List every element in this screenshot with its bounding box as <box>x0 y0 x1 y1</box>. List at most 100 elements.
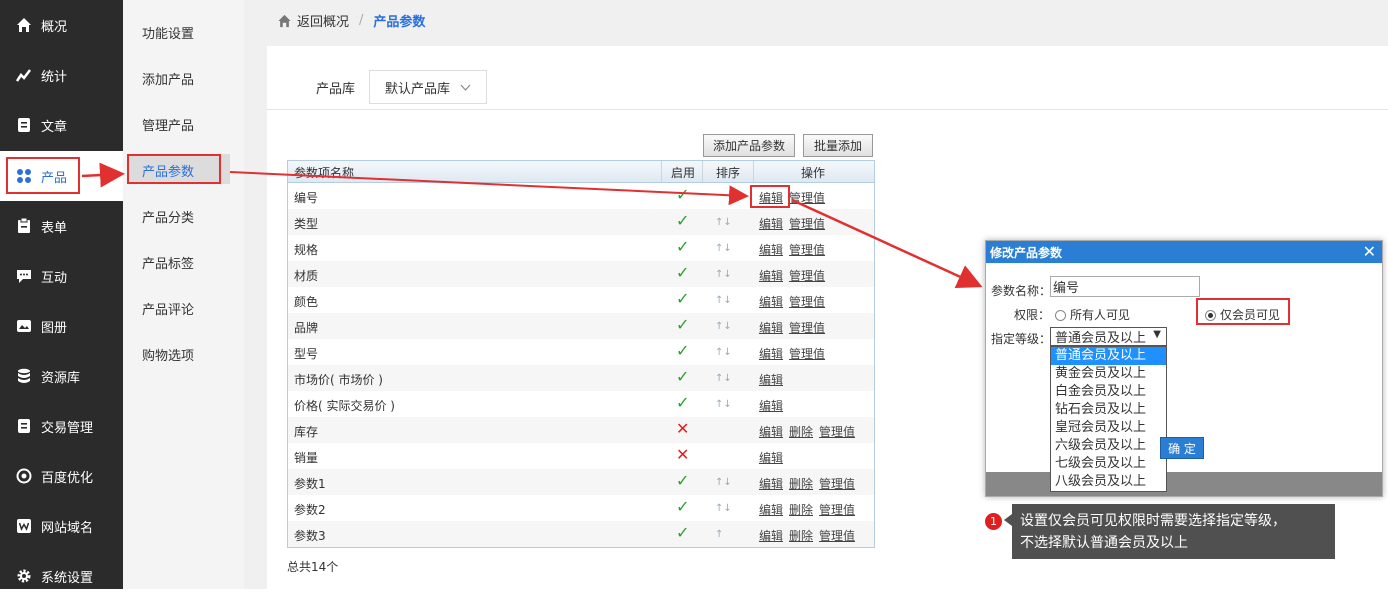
submenu-item[interactable]: 购物选项 <box>142 345 194 364</box>
sort-arrows-icon[interactable]: ↑↓ <box>715 477 732 488</box>
param-name-input[interactable]: 编号 <box>1050 276 1200 297</box>
row-action-link[interactable]: 管理值 <box>819 529 855 543</box>
check-icon[interactable]: ✓ <box>676 289 689 308</box>
sort-arrows-icon[interactable]: ↑↓ <box>715 295 732 306</box>
perm-all-label: 所有人可见 <box>1070 308 1131 322</box>
row-actions: 编辑 删除 管理值 <box>759 423 861 440</box>
row-action-link[interactable]: 管理值 <box>789 321 825 335</box>
row-action-link[interactable]: 编辑 <box>759 477 783 491</box>
nav-item-resource[interactable]: 资源库 <box>0 351 123 401</box>
total-count: 总共14个 <box>287 560 339 574</box>
row-action-link[interactable]: 管理值 <box>819 477 855 491</box>
row-action-link[interactable]: 管理值 <box>819 425 855 439</box>
article-icon <box>16 117 32 133</box>
nav-item-article[interactable]: 文章 <box>0 100 123 150</box>
seo-icon <box>16 468 32 484</box>
sort-arrows-icon[interactable]: ↑↓ <box>715 269 732 280</box>
row-action-link[interactable]: 编辑 <box>759 295 783 309</box>
level-option[interactable]: 八级会员及以上 <box>1051 473 1166 491</box>
submenu-item[interactable]: 添加产品 <box>142 69 194 88</box>
row-action-link[interactable]: 编辑 <box>759 425 783 439</box>
submenu-item[interactable]: 产品评论 <box>142 299 194 318</box>
level-option[interactable]: 皇冠会员及以上 <box>1051 419 1166 437</box>
check-icon[interactable]: ✓ <box>676 263 689 282</box>
nav-item-form[interactable]: 表单 <box>0 201 123 251</box>
nav-item-settings[interactable]: 系统设置 <box>0 551 123 601</box>
row-action-link[interactable]: 编辑 <box>759 373 783 387</box>
row-action-link[interactable]: 删除 <box>789 425 813 439</box>
sort-arrows-icon[interactable]: ↑↓ <box>715 243 732 254</box>
check-icon[interactable]: ✓ <box>676 497 689 516</box>
nav-item-interact[interactable]: 互动 <box>0 251 123 301</box>
level-option[interactable]: 白金会员及以上 <box>1051 383 1166 401</box>
row-action-link[interactable]: 删除 <box>789 529 813 543</box>
row-action-link[interactable]: 编辑 <box>759 399 783 413</box>
level-option[interactable]: 钻石会员及以上 <box>1051 401 1166 419</box>
level-option[interactable]: 黄金会员及以上 <box>1051 365 1166 383</box>
row-action-link[interactable]: 编辑 <box>759 269 783 283</box>
check-icon[interactable]: ✓ <box>676 211 689 230</box>
nav-item-overview[interactable]: 概况 <box>0 0 123 50</box>
close-icon[interactable]: ✕ <box>1363 242 1376 261</box>
sort-arrows-icon[interactable]: ↑↓ <box>715 399 732 410</box>
check-icon[interactable]: ✓ <box>676 471 689 490</box>
tip-box: 设置仅会员可见权限时需要选择指定等级， 不选择默认普通会员及以上 <box>1012 504 1335 559</box>
sort-arrows-icon[interactable]: ↑↓ <box>715 503 732 514</box>
row-action-link[interactable]: 管理值 <box>789 269 825 283</box>
row-action-link[interactable]: 管理值 <box>789 295 825 309</box>
sort-arrows-icon[interactable]: ↑↓ <box>715 217 732 228</box>
nav-item-seo[interactable]: 百度优化 <box>0 451 123 501</box>
level-option[interactable]: 六级会员及以上 <box>1051 437 1166 455</box>
cross-icon[interactable]: ✕ <box>676 419 689 438</box>
home-icon[interactable] <box>277 14 292 28</box>
level-option[interactable]: 普通会员及以上 <box>1051 347 1166 365</box>
cross-icon[interactable]: ✕ <box>676 445 689 464</box>
check-icon[interactable]: ✓ <box>676 367 689 386</box>
row-action-link[interactable]: 编辑 <box>759 243 783 257</box>
submenu-item[interactable]: 功能设置 <box>142 23 194 42</box>
sort-arrows-icon[interactable]: ↑↓ <box>715 347 732 358</box>
row-action-link[interactable]: 编辑 <box>759 217 783 231</box>
sort-arrows-icon[interactable]: ↑↓ <box>715 373 732 384</box>
row-action-link[interactable]: 编辑 <box>759 503 783 517</box>
table-row: 规格 ✓ ↑↓ 编辑 管理值 <box>288 235 874 261</box>
check-icon[interactable]: ✓ <box>676 315 689 334</box>
submenu-item[interactable]: 产品分类 <box>142 207 194 226</box>
row-action-link[interactable]: 编辑 <box>759 347 783 361</box>
batch-add-button[interactable]: 批量添加 <box>803 134 873 157</box>
nav-item-album[interactable]: 图册 <box>0 301 123 351</box>
submenu-item[interactable]: 产品标签 <box>142 253 194 272</box>
row-action-link[interactable]: 管理值 <box>789 217 825 231</box>
row-action-link[interactable]: 管理值 <box>819 503 855 517</box>
add-param-button[interactable]: 添加产品参数 <box>703 134 795 157</box>
row-action-link[interactable]: 编辑 <box>759 321 783 335</box>
level-option[interactable]: 七级会员及以上 <box>1051 455 1166 473</box>
confirm-button[interactable]: 确 定 <box>1160 437 1204 459</box>
tip-badge: 1 <box>985 513 1002 530</box>
row-action-link[interactable]: 编辑 <box>759 451 783 465</box>
check-icon[interactable]: ✓ <box>676 237 689 256</box>
breadcrumb-back-link[interactable]: 返回概况 <box>297 11 349 30</box>
row-action-link[interactable]: 编辑 <box>759 529 783 543</box>
nav-item-trade[interactable]: 交易管理 <box>0 401 123 451</box>
sort-arrows-icon[interactable]: ↑↓ <box>715 321 732 332</box>
check-icon[interactable]: ✓ <box>676 185 689 204</box>
row-action-link[interactable]: 管理值 <box>789 243 825 257</box>
nav-label: 百度优化 <box>41 470 94 486</box>
library-select[interactable]: 默认产品库 <box>369 70 488 104</box>
row-action-link[interactable]: 管理值 <box>789 347 825 361</box>
level-select[interactable]: 普通会员及以上 ▼ <box>1050 327 1167 346</box>
submenu-item[interactable]: 管理产品 <box>142 115 194 134</box>
nav-item-stats[interactable]: 统计 <box>0 50 123 100</box>
check-icon[interactable]: ✓ <box>676 523 689 542</box>
perm-all-radio[interactable]: 所有人可见 <box>1055 306 1130 323</box>
check-icon[interactable]: ✓ <box>676 393 689 412</box>
row-action-link[interactable]: 删除 <box>789 477 813 491</box>
row-action-link[interactable]: 删除 <box>789 503 813 517</box>
nav-item-domain[interactable]: 网站域名 <box>0 501 123 551</box>
row-action-link[interactable]: 管理值 <box>789 191 825 205</box>
breadcrumb-separator: / <box>359 13 364 28</box>
highlight-box <box>127 154 221 184</box>
check-icon[interactable]: ✓ <box>676 341 689 360</box>
sort-arrows-icon[interactable]: ↑ <box>715 529 723 540</box>
